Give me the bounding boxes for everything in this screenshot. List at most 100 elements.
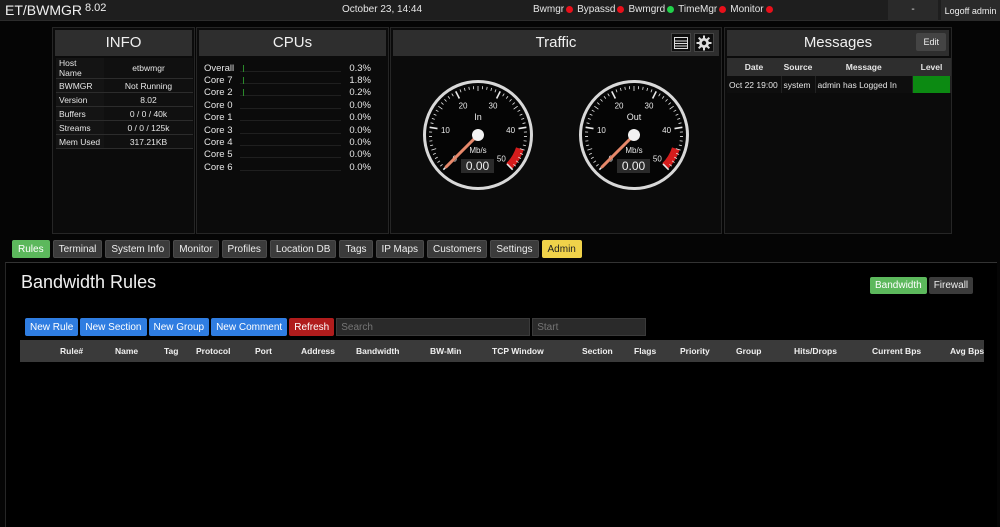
rules-column-avg-bps[interactable]: Avg Bps (950, 346, 984, 356)
messages-edit-button[interactable]: Edit (916, 33, 946, 51)
rules-column-current-bps[interactable]: Current Bps (872, 346, 921, 356)
new-group-button[interactable]: New Group (148, 318, 210, 336)
cpu-name: Core 3 (204, 124, 233, 136)
start-input[interactable] (532, 318, 647, 336)
cpu-value: 0.0% (349, 124, 371, 136)
search-input[interactable] (336, 318, 531, 336)
tab-rules[interactable]: Rules (12, 240, 50, 258)
gauge-hub (628, 129, 640, 141)
gauge-tick-label: 30 (645, 102, 654, 111)
rules-column-flags[interactable]: Flags (634, 346, 656, 356)
tab-profiles[interactable]: Profiles (221, 240, 267, 258)
status-dot-icon (719, 6, 727, 13)
rules-column-group[interactable]: Group (736, 346, 762, 356)
rules-column-hits-drops[interactable]: Hits/Drops (794, 346, 837, 356)
cpu-row: Core 7 1.8% (204, 74, 383, 86)
info-row: Streams 0 / 0 / 125k (56, 120, 193, 135)
gauge-tick (468, 86, 470, 90)
info-value: Not Running (104, 78, 193, 93)
messages-column-header[interactable]: Date (727, 58, 781, 76)
rules-column-tcp-window[interactable]: TCP Window (492, 346, 544, 356)
rules-table-header: Rule# Name Tag Protocol Port Address Bandwidth… (20, 340, 984, 362)
cpu-usage-bar (240, 164, 341, 171)
message-source: system (781, 76, 816, 93)
rules-mode-toggle: Bandwidth Firewall (870, 277, 974, 294)
messages-panel: Messages Edit Date Source Message Level Oct… (724, 27, 952, 234)
cpu-row: Overall 0.3% (204, 62, 383, 74)
bandwidth-mode-button[interactable]: Bandwidth (870, 277, 927, 294)
gauge-tick (486, 86, 488, 90)
new-comment-button[interactable]: New Comment (211, 318, 288, 336)
gear-icon[interactable] (694, 33, 714, 52)
tab-location-db[interactable]: Location DB (269, 240, 337, 258)
tab-customers[interactable]: Customers (427, 240, 488, 258)
gauge-in: 01020304050InMb/s0.00 (421, 78, 535, 197)
cpu-usage-bar (240, 127, 341, 134)
firewall-mode-button[interactable]: Firewall (928, 277, 974, 294)
new-section-button[interactable]: New Section (80, 318, 147, 336)
info-title: INFO (55, 30, 192, 56)
gauge-tick-label: 40 (662, 126, 671, 135)
status-dot-icon (566, 6, 574, 13)
messages-column-header[interactable]: Message (815, 58, 913, 76)
messages-title: Messages (803, 34, 873, 51)
cpu-value: 0.0% (349, 137, 371, 149)
rules-column-rule-[interactable]: Rule# (60, 346, 83, 356)
cpu-value: 0.0% (349, 112, 371, 124)
tab-tags[interactable]: Tags (339, 240, 373, 258)
rules-column-port[interactable]: Port (255, 346, 272, 356)
tab-terminal[interactable]: Terminal (52, 240, 103, 258)
cpu-usage-fill (243, 77, 245, 85)
cpu-name: Core 5 (204, 149, 233, 161)
info-key: Mem Used (56, 134, 104, 149)
refresh-button[interactable]: Refresh (289, 318, 335, 336)
service-status-bwmgr: Bwmgr (533, 4, 574, 15)
info-key: Host Name (56, 58, 104, 79)
gauge-dial: 01020304050InMb/s (423, 80, 533, 190)
info-value: 0 / 0 / 40k (104, 106, 193, 121)
gauge-unit: Mb/s (625, 146, 642, 155)
table-icon[interactable] (671, 33, 691, 52)
cpu-value: 0.0% (349, 99, 371, 111)
status-dot-icon (617, 6, 625, 13)
app-root: ET/BWMGR 8.02 October 23, 14:44 Bwmgr Bypa… (0, 0, 1000, 527)
messages-column-header[interactable]: Level (912, 58, 951, 76)
logoff-button[interactable]: Logoff admin (941, 0, 1000, 21)
new-rule-button[interactable]: New Rule (25, 318, 79, 336)
rules-column-bandwidth[interactable]: Bandwidth (356, 346, 399, 356)
tab-ip-maps[interactable]: IP Maps (375, 240, 425, 258)
info-panel: INFO Host Name etbwmgr BWMGR Not Running Ver… (52, 27, 195, 234)
cpu-usage-bar (240, 102, 341, 109)
rules-column-tag[interactable]: Tag (164, 346, 178, 356)
cpu-row: Core 4 0.0% (204, 136, 383, 148)
message-row[interactable]: Oct 22 19:00 system admin has Logged In (727, 76, 951, 93)
gauge-tick-label: 40 (506, 126, 515, 135)
rules-column-section[interactable]: Section (582, 346, 613, 356)
tab-system-info[interactable]: System Info (105, 240, 171, 258)
rules-column-address[interactable]: Address (301, 346, 335, 356)
tab-admin[interactable]: Admin (541, 240, 582, 258)
rules-toolbar: New Rule New Section New Group New Comme… (25, 318, 647, 336)
rules-column-priority[interactable]: Priority (680, 346, 710, 356)
messages-column-header[interactable]: Source (781, 58, 815, 76)
topbar-dash-button[interactable]: - (888, 0, 938, 21)
cpu-name: Core 2 (204, 87, 233, 99)
rules-column-bw-min[interactable]: BW-Min (430, 346, 461, 356)
gauge-tick-label: 10 (441, 126, 450, 135)
tab-settings[interactable]: Settings (490, 240, 539, 258)
service-name: TimeMgr (678, 4, 718, 15)
info-row: Version 8.02 (56, 92, 193, 107)
cpu-row: Core 6 0.0% (204, 161, 383, 173)
cpu-row: Core 0 0.0% (204, 99, 383, 111)
service-status-list: Bwmgr Bypassd Bwmgrd TimeMgr Monitor (533, 4, 777, 15)
brand-name: ET/BWMGR (5, 2, 82, 18)
rules-column-name[interactable]: Name (115, 346, 138, 356)
cpu-name: Core 6 (204, 161, 233, 173)
info-key: Buffers (56, 106, 104, 121)
info-key: BWMGR (56, 78, 104, 93)
rules-column-protocol[interactable]: Protocol (196, 346, 230, 356)
gauge-tick (624, 86, 626, 90)
cpu-usage-bar (240, 89, 341, 97)
info-key: Streams (56, 120, 104, 135)
tab-monitor[interactable]: Monitor (173, 240, 219, 258)
